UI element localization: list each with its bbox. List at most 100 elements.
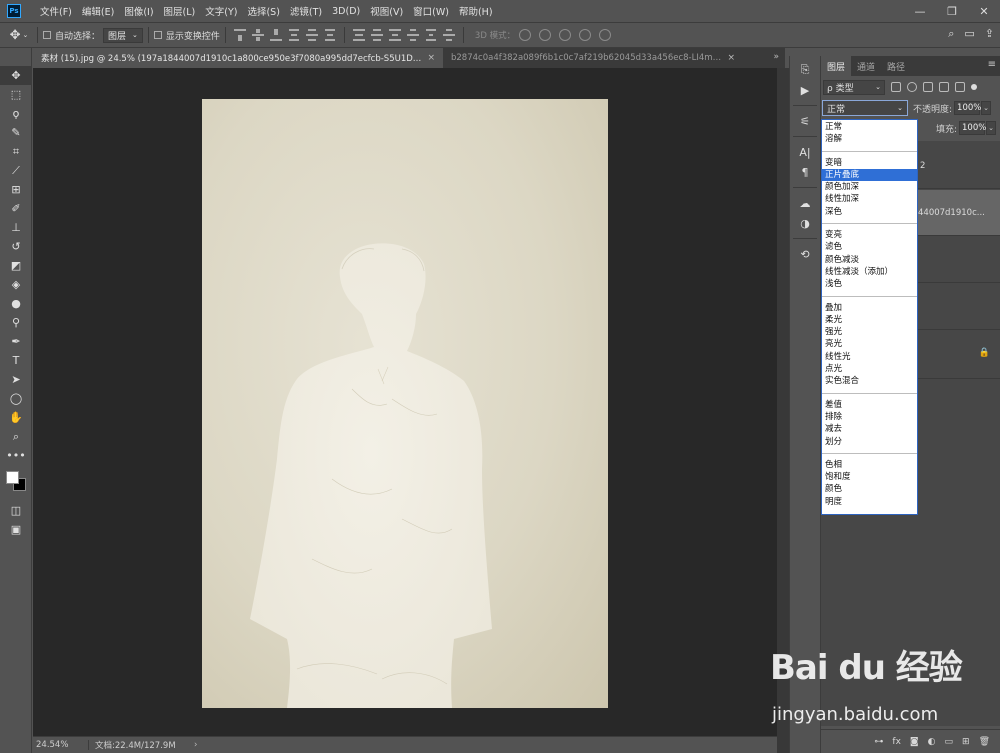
blend-mode-option[interactable]: 深色 xyxy=(822,206,917,218)
type-tool-icon[interactable]: T xyxy=(0,351,32,370)
move-tool-icon[interactable]: ✥ xyxy=(0,66,32,85)
brush-tool-icon[interactable]: ✐ xyxy=(0,199,32,218)
distribute-hcenter-icon[interactable] xyxy=(424,29,438,41)
filter-toggle-icon[interactable] xyxy=(971,84,977,90)
tabs-overflow-icon[interactable]: » xyxy=(773,52,779,62)
healing-brush-tool-icon[interactable]: ⊞ xyxy=(0,180,32,199)
blend-mode-option[interactable]: 亮光 xyxy=(822,338,917,350)
distribute-left-icon[interactable] xyxy=(406,29,420,41)
auto-select-target-dropdown[interactable]: 图层 ⌄ xyxy=(103,27,143,43)
menu-image[interactable]: 图像(I) xyxy=(119,4,158,18)
blend-mode-option[interactable]: 正片叠底 xyxy=(822,168,917,182)
blur-tool-icon[interactable]: ● xyxy=(0,294,32,313)
distribute-vcenter-icon[interactable] xyxy=(370,29,384,41)
dodge-tool-icon[interactable]: ⚲ xyxy=(0,313,32,332)
color-panel-icon[interactable]: ⟲ xyxy=(790,244,820,264)
slide-3d-icon[interactable] xyxy=(579,29,592,41)
blend-mode-option[interactable]: 排除 xyxy=(822,411,917,423)
layer-style-fx-button[interactable]: fx xyxy=(892,737,901,747)
link-layers-icon[interactable]: ⊶ xyxy=(874,737,883,747)
hand-tool-icon[interactable]: ✋ xyxy=(0,408,32,427)
menu-layer[interactable]: 图层(L) xyxy=(159,4,201,18)
zoom-level[interactable]: 24.54% xyxy=(33,740,89,750)
crop-tool-icon[interactable]: ⌗ xyxy=(0,142,32,161)
blend-mode-option[interactable]: 颜色 xyxy=(822,483,917,495)
blend-mode-option[interactable]: 色相 xyxy=(822,459,917,471)
distribute-bottom-icon[interactable] xyxy=(388,29,402,41)
blend-mode-option[interactable]: 叠加 xyxy=(822,302,917,314)
filter-pixel-icon[interactable] xyxy=(891,82,901,92)
maximize-button[interactable]: ❐ xyxy=(936,0,968,22)
search-icon[interactable]: ⌕ xyxy=(948,27,954,41)
history-brush-tool-icon[interactable]: ↺ xyxy=(0,237,32,256)
menu-3d[interactable]: 3D(D) xyxy=(327,6,365,17)
filter-type-icon[interactable] xyxy=(923,82,933,92)
fill-slider-arrow-icon[interactable]: ⌄ xyxy=(986,121,996,135)
align-left-icon[interactable] xyxy=(287,29,301,41)
share-icon[interactable]: ⇪ xyxy=(985,27,994,41)
align-hcenter-icon[interactable] xyxy=(305,29,319,41)
tab-layers[interactable]: 图层 xyxy=(821,56,852,76)
blend-mode-option[interactable]: 颜色加深 xyxy=(822,181,917,193)
workspace-icon[interactable]: ▭ xyxy=(964,27,974,41)
quick-mask-icon[interactable]: ◫ xyxy=(0,501,32,520)
status-menu-arrow-icon[interactable]: › xyxy=(194,740,197,750)
new-layer-icon[interactable]: ⊞ xyxy=(962,737,970,747)
blend-mode-option[interactable]: 变亮 xyxy=(822,229,917,241)
orbit-3d-icon[interactable] xyxy=(519,29,532,41)
marquee-tool-icon[interactable]: ⬚ xyxy=(0,85,32,104)
more-tools-icon[interactable]: ••• xyxy=(0,446,32,465)
menu-filter[interactable]: 滤镜(T) xyxy=(285,4,327,18)
paint-bucket-tool-icon[interactable]: ◈ xyxy=(0,275,32,294)
distribute-right-icon[interactable] xyxy=(442,29,456,41)
align-top-icon[interactable] xyxy=(233,29,247,41)
distribute-top-icon[interactable] xyxy=(352,29,366,41)
delete-layer-icon[interactable]: 🗑 xyxy=(979,737,990,747)
close-tab-icon[interactable]: × xyxy=(727,53,735,63)
blend-mode-option[interactable]: 柔光 xyxy=(822,314,917,326)
opacity-slider-arrow-icon[interactable]: ⌄ xyxy=(981,101,992,115)
quick-selection-tool-icon[interactable]: ✎ xyxy=(0,123,32,142)
path-selection-tool-icon[interactable]: ➤ xyxy=(0,370,32,389)
menu-select[interactable]: 选择(S) xyxy=(242,4,284,18)
blend-mode-option[interactable]: 颜色减淡 xyxy=(822,254,917,266)
screen-mode-icon[interactable]: ▣ xyxy=(0,520,32,539)
paragraph-panel-icon[interactable]: ¶ xyxy=(790,162,820,182)
auto-select-checkbox[interactable]: 自动选择： xyxy=(43,29,100,42)
blend-mode-option[interactable]: 线性加深 xyxy=(822,193,917,205)
blend-mode-option[interactable]: 线性光 xyxy=(822,351,917,363)
foreground-color-swatch[interactable] xyxy=(6,471,19,484)
blend-mode-option[interactable]: 减去 xyxy=(822,423,917,435)
document-canvas[interactable] xyxy=(202,99,608,708)
blend-mode-option[interactable]: 线性减淡（添加） xyxy=(822,266,917,278)
actions-panel-icon[interactable]: ▶ xyxy=(790,80,820,100)
tab-paths[interactable]: 路径 xyxy=(881,56,911,76)
blend-mode-option[interactable]: 滤色 xyxy=(822,241,917,253)
pen-tool-icon[interactable]: ✒ xyxy=(0,332,32,351)
move-tool-preset-icon[interactable]: ✥ ⌄ xyxy=(6,24,32,46)
eyedropper-tool-icon[interactable]: ⟋ xyxy=(0,161,32,180)
zoom-tool-icon[interactable]: ⌕ xyxy=(0,427,32,446)
menu-type[interactable]: 文字(Y) xyxy=(200,4,242,18)
blend-mode-option[interactable]: 正常 xyxy=(822,121,917,133)
document-tab-active[interactable]: 素材 (15).jpg @ 24.5% (197a1844007d1910c1a… xyxy=(33,48,443,68)
new-group-icon[interactable]: ▭ xyxy=(945,737,954,747)
character-panel-icon[interactable]: A| xyxy=(790,142,820,162)
menu-window[interactable]: 窗口(W) xyxy=(408,4,454,18)
menu-file[interactable]: 文件(F) xyxy=(35,4,77,18)
blend-mode-option[interactable]: 差值 xyxy=(822,399,917,411)
tab-channels[interactable]: 通道 xyxy=(851,56,881,76)
close-button[interactable]: ✕ xyxy=(968,0,1000,22)
blend-mode-option[interactable]: 溶解 xyxy=(822,133,917,145)
clone-stamp-tool-icon[interactable]: ⊥ xyxy=(0,218,32,237)
history-panel-icon[interactable]: ⎘ xyxy=(790,60,820,80)
align-vcenter-icon[interactable] xyxy=(251,29,265,41)
scale-3d-icon[interactable] xyxy=(599,29,612,41)
show-transform-checkbox[interactable]: 显示变换控件 xyxy=(153,29,220,42)
document-tab-inactive[interactable]: b2874c0a4f382a089f6b1c0c7af219b62045d33a… xyxy=(443,48,743,68)
blend-mode-option[interactable]: 明度 xyxy=(822,496,917,508)
eraser-tool-icon[interactable]: ◩ xyxy=(0,256,32,275)
adjustment-layer-icon[interactable]: ◐ xyxy=(928,737,936,747)
blend-mode-dropdown[interactable]: 正常 ⌄ xyxy=(822,100,908,116)
blend-mode-option[interactable]: 变暗 xyxy=(822,157,917,169)
